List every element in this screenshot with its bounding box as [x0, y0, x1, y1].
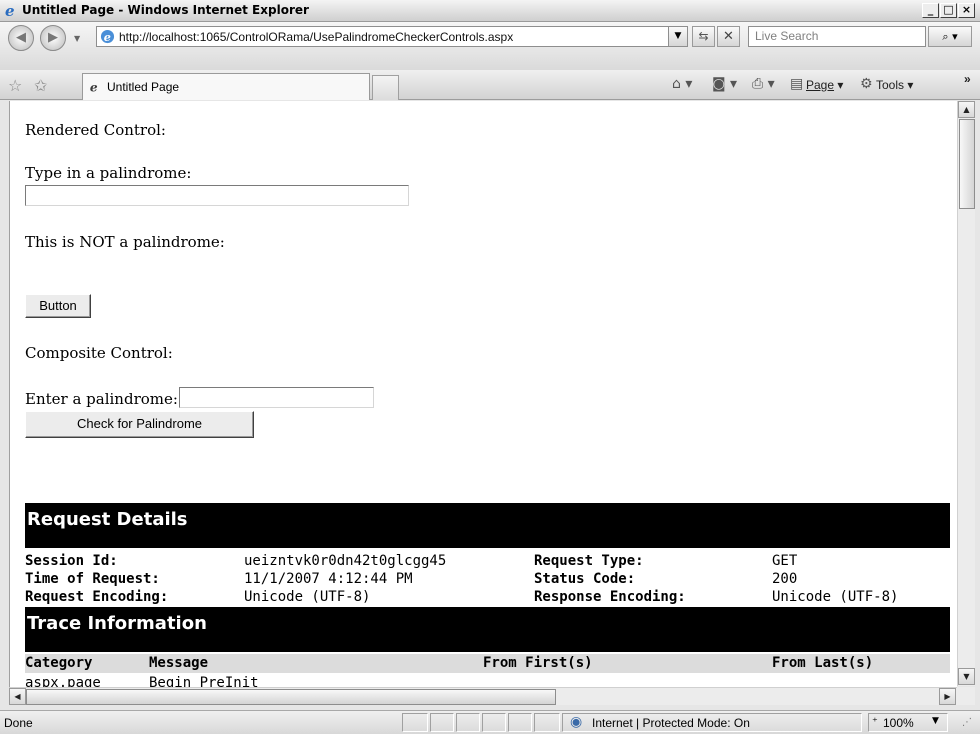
column-category: Category: [25, 655, 93, 671]
gear-icon: ⚙: [860, 76, 873, 92]
palindrome-result-text: This is NOT a palindrome:: [25, 233, 225, 251]
page-icon: e: [100, 29, 115, 44]
tab-untitled-page[interactable]: e Untitled Page: [82, 73, 370, 100]
page-icon: e: [90, 80, 98, 93]
response-encoding-value: Unicode (UTF-8): [772, 589, 899, 605]
scroll-left-icon[interactable]: ◀: [9, 688, 26, 705]
status-pane: [534, 713, 560, 732]
address-field[interactable]: e http://localhost:1065/ControlORama/Use…: [96, 26, 688, 47]
forward-button[interactable]: ▶: [40, 25, 66, 51]
trace-row-category: aspx.page: [25, 675, 101, 687]
home-icon[interactable]: ⌂ ▾: [672, 76, 692, 92]
search-input[interactable]: Live Search: [748, 26, 926, 47]
security-zone-text: Internet | Protected Mode: On: [592, 716, 750, 730]
session-id-label: Session Id:: [25, 553, 118, 569]
response-encoding-label: Response Encoding:: [534, 589, 686, 605]
vertical-scroll-thumb[interactable]: [959, 119, 975, 209]
window-title: Untitled Page - Windows Internet Explore…: [22, 3, 309, 17]
favorites-star-icon[interactable]: ☆: [8, 76, 22, 95]
svg-text:e: e: [90, 80, 98, 93]
page-viewport: Rendered Control: Type in a palindrome: …: [9, 101, 957, 687]
status-code-value: 200: [772, 571, 798, 587]
back-button[interactable]: ◀: [8, 25, 34, 51]
search-button[interactable]: ⌕ ▾: [928, 26, 972, 47]
horizontal-scroll-thumb[interactable]: [26, 689, 556, 705]
close-button[interactable]: ×: [958, 3, 975, 18]
internet-explorer-icon: e: [5, 3, 15, 18]
page-menu-label: Page: [806, 78, 835, 92]
request-type-value: GET: [772, 553, 798, 569]
vertical-scrollbar[interactable]: ▲ ▼: [957, 101, 975, 686]
zoom-icon: ⁺: [872, 715, 878, 728]
stop-button[interactable]: ✕: [717, 26, 740, 47]
svg-text:e: e: [5, 3, 15, 18]
status-pane: [430, 713, 454, 732]
status-bar: Done ◉ Internet | Protected Mode: On ⁺ 1…: [0, 710, 980, 734]
tools-menu[interactable]: Tools ▾: [876, 78, 913, 92]
column-from-last: From Last(s): [772, 655, 874, 671]
address-url[interactable]: http://localhost:1065/ControlORama/UsePa…: [119, 30, 513, 44]
scroll-down-icon[interactable]: ▼: [958, 668, 975, 685]
palindrome-text-input[interactable]: [25, 185, 409, 206]
enter-palindrome-label: Enter a palindrome:: [25, 390, 178, 408]
tab-bar: ☆ ✩ e Untitled Page ⌂ ▾ ◙ ▾ ⎙ ▾ ▤ Page ▾…: [0, 70, 980, 100]
status-pane: [402, 713, 428, 732]
check-palindrome-button[interactable]: Check for Palindrome: [25, 411, 254, 438]
refresh-icon: ⇆: [698, 29, 709, 43]
request-details-header: Request Details: [25, 503, 950, 548]
search-icon: ⌕ ▾: [942, 30, 958, 43]
tools-menu-label: Tools: [876, 78, 905, 92]
scroll-up-icon[interactable]: ▲: [958, 101, 975, 118]
feeds-icon[interactable]: ◙ ▾: [712, 76, 737, 92]
back-arrow-icon: ◀: [16, 30, 26, 45]
title-bar: e Untitled Page - Windows Internet Explo…: [0, 0, 980, 22]
add-favorites-icon[interactable]: ✩: [34, 76, 47, 95]
column-from-first: From First(s): [483, 655, 593, 671]
zoom-level[interactable]: 100%: [883, 716, 914, 730]
page-menu[interactable]: Page ▾: [806, 78, 843, 92]
scroll-right-icon[interactable]: ▶: [939, 688, 956, 705]
globe-icon: ◉: [570, 714, 583, 730]
request-encoding-value: Unicode (UTF-8): [244, 589, 371, 605]
button[interactable]: Button: [25, 294, 91, 318]
composite-control-label: Composite Control:: [25, 344, 173, 362]
horizontal-scrollbar[interactable]: ◀ ▶: [9, 687, 957, 705]
time-of-request-value: 11/1/2007 4:12:44 PM: [244, 571, 413, 587]
toolbar-overflow-icon[interactable]: »: [964, 72, 971, 86]
address-dropdown-button[interactable]: ▼: [668, 26, 688, 47]
minimize-button[interactable]: _: [922, 3, 939, 18]
close-icon: ✕: [723, 29, 734, 44]
resize-grip-icon[interactable]: ⋰: [962, 717, 972, 728]
time-of-request-label: Time of Request:: [25, 571, 160, 587]
forward-arrow-icon: ▶: [48, 30, 58, 45]
page-menu-icon: ▤: [790, 76, 804, 92]
address-toolbar: ◀ ▶ ▼ e http://localhost:1065/ControlORa…: [0, 22, 980, 70]
column-message: Message: [149, 655, 209, 671]
trace-information-header: Trace Information: [25, 607, 950, 652]
session-id-value: ueizntvk0r0dn42t0glcgg45: [244, 553, 447, 569]
svg-text:e: e: [104, 30, 111, 44]
status-code-label: Status Code:: [534, 571, 636, 587]
status-pane: [508, 713, 532, 732]
enter-palindrome-input[interactable]: [179, 387, 374, 408]
status-pane: [456, 713, 480, 732]
refresh-button[interactable]: ⇆: [692, 26, 715, 47]
recent-pages-dropdown-icon[interactable]: ▼: [74, 34, 80, 43]
scrollbar-corner: [957, 687, 975, 705]
chevron-down-icon: ▼: [674, 31, 682, 41]
request-type-label: Request Type:: [534, 553, 644, 569]
maximize-button[interactable]: □: [940, 3, 957, 18]
print-icon[interactable]: ⎙ ▾: [752, 76, 775, 92]
status-pane: [482, 713, 506, 732]
rendered-control-label: Rendered Control:: [25, 121, 166, 139]
request-encoding-label: Request Encoding:: [25, 589, 169, 605]
zoom-dropdown-icon[interactable]: ▼: [932, 716, 939, 726]
type-palindrome-label: Type in a palindrome:: [25, 164, 192, 182]
trace-row-message: Begin PreInit: [149, 675, 259, 687]
status-text: Done: [4, 716, 33, 730]
tab-label: Untitled Page: [107, 80, 180, 94]
new-tab-button[interactable]: [372, 75, 399, 100]
